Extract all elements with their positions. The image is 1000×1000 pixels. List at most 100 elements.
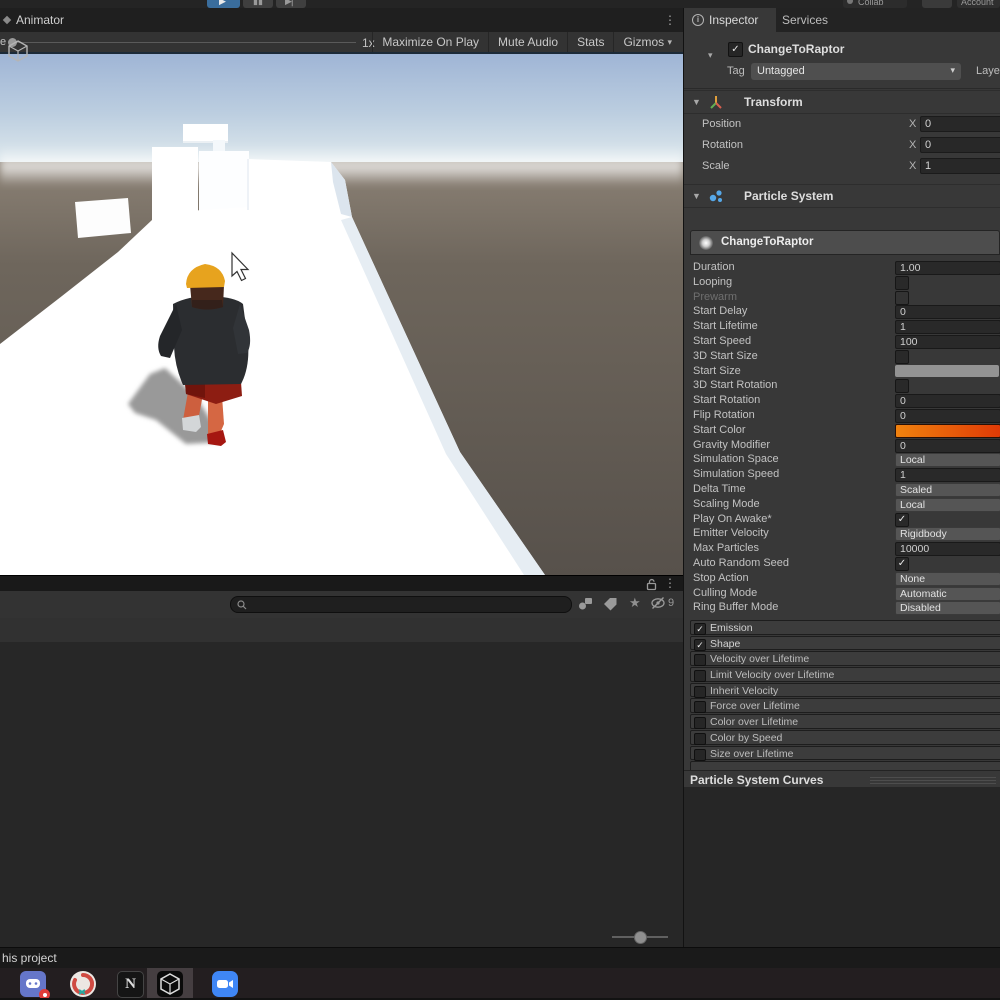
inspector-tab-bar: i Inspector Services: [684, 8, 1000, 33]
particle-system-header[interactable]: ▼ Particle System: [684, 184, 1000, 208]
scaling-mode-dropdown[interactable]: Local: [895, 498, 1000, 512]
transform-icon: [708, 94, 724, 110]
active-checkbox[interactable]: ✓: [728, 42, 743, 57]
step-button[interactable]: ▶▏: [276, 0, 306, 8]
3d-start-size-checkbox[interactable]: [895, 350, 909, 364]
module-checkbox[interactable]: [694, 749, 706, 761]
simulation-space-dropdown[interactable]: Local: [895, 453, 1000, 467]
ring-buffer-mode-dropdown[interactable]: Disabled: [895, 601, 1000, 615]
collab-button[interactable]: Collab: [843, 0, 907, 8]
start-size-field[interactable]: [895, 365, 999, 377]
tag-dropdown[interactable]: Untagged ▾: [751, 63, 961, 80]
module-checkbox[interactable]: [694, 639, 706, 651]
animator-kebab-menu-icon[interactable]: ⋮: [664, 14, 676, 26]
search-by-label-icon[interactable]: [603, 597, 618, 611]
particle-curves-header[interactable]: Particle System Curves: [684, 770, 1000, 788]
particle-module-header[interactable]: ChangeToRaptor: [690, 230, 1000, 255]
transform-body: Position X 0 Rotation X 0 Scale X 1: [684, 113, 1000, 180]
recorder-app-icon[interactable]: [70, 971, 96, 997]
game-view-toolbar: e 1x Maximize On Play Mute Audio Stats G…: [0, 32, 683, 53]
position-x-field[interactable]: 0: [920, 116, 1000, 132]
module-row[interactable]: Velocity over Lifetime: [684, 651, 1000, 667]
simulation-speed-field[interactable]: 1: [895, 468, 1000, 482]
delta-time-dropdown[interactable]: Scaled: [895, 483, 1000, 497]
animator-tab-icon: [3, 16, 11, 24]
prefab-chevron-icon[interactable]: ▾: [708, 50, 713, 61]
step-icon: ▶▏: [285, 0, 299, 7]
module-row[interactable]: Shape: [684, 636, 1000, 652]
start-speed-field[interactable]: 100: [895, 335, 1000, 349]
stats-button[interactable]: Stats: [567, 32, 613, 52]
maximize-on-play-button[interactable]: Maximize On Play: [372, 32, 488, 52]
play-on-awake-checkbox[interactable]: [895, 513, 909, 527]
emitter-velocity-dropdown[interactable]: Rigidbody: [895, 527, 1000, 541]
project-search-input[interactable]: [230, 596, 572, 613]
particle-curves-area[interactable]: [684, 787, 1000, 947]
foldout-arrow-icon[interactable]: ▼: [692, 97, 701, 107]
start-color-swatch[interactable]: [895, 424, 1000, 438]
hidden-count-eye-icon[interactable]: [651, 596, 667, 611]
start-delay-field[interactable]: 0: [895, 305, 1000, 319]
cloud-button[interactable]: [922, 0, 952, 8]
gameobject-name[interactable]: ChangeToRaptor: [748, 42, 844, 56]
module-row[interactable]: Size over Lifetime: [684, 746, 1000, 762]
project-panel-header: ⋮: [0, 575, 683, 592]
play-icon: ▶: [219, 0, 226, 7]
module-checkbox[interactable]: [694, 733, 706, 745]
rotation-x-field[interactable]: 0: [920, 137, 1000, 153]
game-view[interactable]: [0, 52, 683, 575]
module-row[interactable]: Inherit Velocity: [684, 683, 1000, 699]
hidden-count: 9: [668, 597, 674, 609]
auto-random-seed-checkbox[interactable]: [895, 557, 909, 571]
notion-icon[interactable]: N: [117, 971, 144, 998]
prewarm-checkbox[interactable]: [895, 291, 909, 305]
flip-rotation-field[interactable]: 0: [895, 409, 1000, 423]
tab-inspector[interactable]: i Inspector: [684, 8, 776, 32]
scale-x-field[interactable]: 1: [920, 158, 1000, 174]
module-checkbox[interactable]: [694, 623, 706, 635]
module-row[interactable]: Color by Speed: [684, 730, 1000, 746]
lock-icon[interactable]: [646, 578, 657, 591]
foldout-arrow-icon[interactable]: ▼: [692, 191, 701, 201]
unity-icon[interactable]: [157, 971, 183, 997]
module-checkbox[interactable]: [694, 670, 706, 682]
project-kebab-menu-icon[interactable]: ⋮: [664, 577, 676, 589]
max-particles-field[interactable]: 10000: [895, 542, 1000, 556]
module-row[interactable]: Force over Lifetime: [684, 698, 1000, 714]
module-checkbox[interactable]: [694, 701, 706, 713]
unity-editor-window: ▶ ▮▮ ▶▏ Collab Account Animator ⋮ e 1x M…: [0, 0, 1000, 1000]
module-row[interactable]: Emission: [684, 620, 1000, 636]
search-by-type-icon[interactable]: [578, 597, 593, 611]
tab-animator[interactable]: Animator: [16, 13, 64, 27]
duration-field[interactable]: 1.00: [895, 261, 1000, 275]
3d-start-rotation-checkbox[interactable]: [895, 379, 909, 393]
culling-mode-dropdown[interactable]: Automatic: [895, 587, 1000, 601]
module-row[interactable]: Limit Velocity over Lifetime: [684, 667, 1000, 683]
zoom-icon[interactable]: [212, 971, 238, 997]
tab-services[interactable]: Services: [782, 13, 828, 27]
transform-header[interactable]: ▼ Transform: [684, 90, 1000, 114]
resize-grabber-icon[interactable]: [870, 777, 996, 784]
collab-icon: [847, 0, 853, 4]
character-left-shoe: [182, 415, 201, 432]
pause-button[interactable]: ▮▮: [243, 0, 273, 8]
stop-action-dropdown[interactable]: None: [895, 572, 1000, 586]
module-checkbox[interactable]: [694, 654, 706, 666]
start-rotation-field[interactable]: 0: [895, 394, 1000, 408]
gravity-modifier-field[interactable]: 0: [895, 439, 1000, 453]
module-row[interactable]: Color over Lifetime: [684, 714, 1000, 730]
module-checkbox[interactable]: [694, 686, 706, 698]
play-button[interactable]: ▶: [207, 0, 240, 8]
game-scene: [0, 52, 683, 575]
looping-checkbox[interactable]: [895, 276, 909, 290]
mute-audio-button[interactable]: Mute Audio: [488, 32, 567, 52]
account-button[interactable]: Account: [957, 0, 1000, 8]
project-content-area[interactable]: [0, 642, 683, 947]
save-search-star-icon[interactable]: ★: [629, 595, 641, 611]
module-checkbox[interactable]: [694, 717, 706, 729]
chat-app-icon[interactable]: [20, 971, 46, 997]
asset-zoom-slider-handle[interactable]: [634, 931, 647, 944]
start-lifetime-field[interactable]: 1: [895, 320, 1000, 334]
scale-slider-track[interactable]: [17, 42, 356, 43]
gizmos-dropdown[interactable]: Gizmos ▾: [613, 32, 681, 52]
